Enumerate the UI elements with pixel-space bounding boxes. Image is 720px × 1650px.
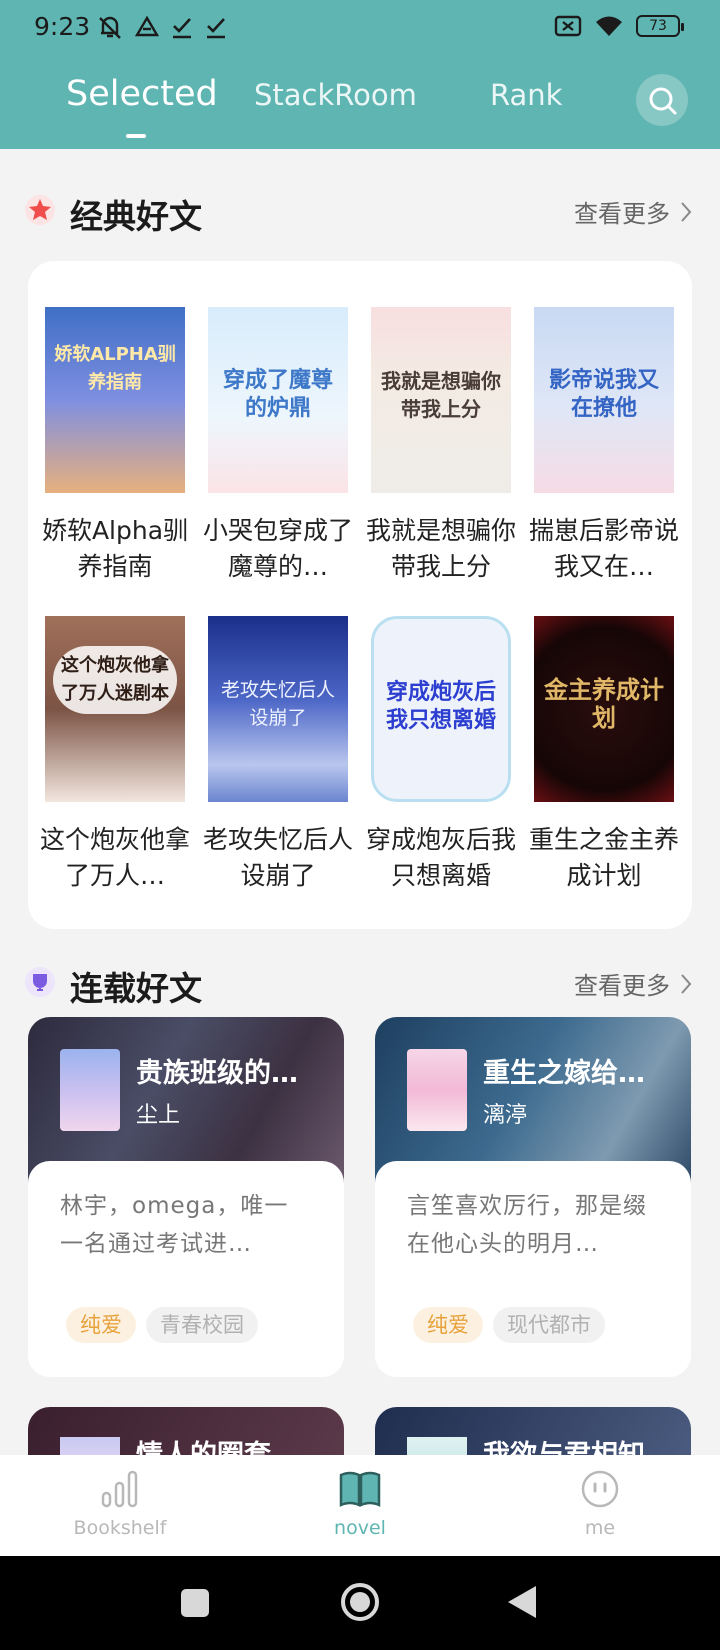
download-done-icon-2: [207, 18, 225, 39]
view-more-classic[interactable]: 查看更多: [574, 194, 692, 229]
book-item[interactable]: 影帝说我又在撩他 揣崽后影帝说我又在…: [529, 307, 679, 585]
book-item[interactable]: 金主养成计划 重生之金主养成计划: [529, 616, 679, 894]
serial-book-title: 贵族班级的…: [136, 1058, 298, 1089]
book-cover-thumb: [60, 1049, 120, 1131]
cover-text: 影帝说我又在撩他: [548, 368, 659, 421]
book-item[interactable]: 老攻失忆后人设崩了 老攻失忆后人设崩了: [203, 616, 353, 894]
status-bar: 9:23 73: [0, 0, 720, 52]
bar-chart-icon: [101, 1470, 138, 1508]
serial-book-author: 尘上: [136, 1103, 181, 1128]
bottom-navigation: Bookshelf novel me: [0, 1455, 720, 1556]
cover-text: 穿成炮灰后我只想离婚: [385, 680, 496, 733]
battery-level: 73: [649, 18, 667, 34]
serial-book-author: 漓渟: [483, 1103, 528, 1128]
book-item[interactable]: 娇软ALPHA驯养指南 娇软Alpha驯养指南: [42, 307, 188, 585]
book-cover: 金主养成计划: [534, 616, 674, 802]
book-item[interactable]: 穿成了魔尊的炉鼎 小哭包穿成了魔尊的…: [203, 307, 353, 585]
view-more-label: 查看更多: [574, 200, 670, 228]
wifi-icon: [596, 16, 622, 36]
classic-books-card: 娇软ALPHA驯养指南 娇软Alpha驯养指南 穿成了魔尊的炉鼎 小哭包穿成了魔…: [28, 261, 692, 929]
system-navigation-bar: [0, 1556, 720, 1650]
home-circle-icon[interactable]: [340, 1582, 380, 1622]
tab-stackroom[interactable]: StackRoom: [254, 78, 417, 112]
section-header-serial: 连载好文 查看更多: [0, 958, 720, 1014]
book-item[interactable]: 穿成炮灰后我只想离婚 穿成炮灰后我只想离婚: [366, 616, 516, 894]
book-title: 我就是想骗你带我上分: [365, 516, 516, 581]
search-button[interactable]: [636, 74, 688, 126]
chevron-right-icon: [681, 201, 692, 222]
book-cover: 老攻失忆后人设崩了: [208, 616, 348, 802]
serial-book-desc: 林宇，omega，唯一一名通过考试进…: [60, 1193, 289, 1257]
nav-me[interactable]: me: [510, 1469, 690, 1539]
section-header-classic: 经典好文 查看更多: [0, 186, 720, 242]
cover-text: 娇软ALPHA驯养指南: [54, 344, 176, 393]
face-icon: [581, 1470, 619, 1508]
download-done-icon: [173, 18, 191, 39]
book-title: 揣崽后影帝说我又在…: [528, 516, 679, 581]
nav-label: me: [584, 1517, 616, 1539]
battery-indicator: 73: [636, 15, 684, 37]
serial-book-card[interactable]: 重生之嫁给… 漓渟 言笙喜欢厉行，那是缀在他心头的明月… 纯爱 现代都市: [375, 1017, 691, 1377]
recents-square-icon[interactable]: [180, 1588, 210, 1618]
tag-chip[interactable]: 纯爱: [66, 1307, 136, 1343]
cover-text: 我就是想骗你带我上分: [381, 369, 501, 421]
section-title-classic: 经典好文: [70, 197, 202, 236]
tag-chip[interactable]: 现代都市: [493, 1307, 605, 1343]
book-cover: 影帝说我又在撩他: [534, 307, 674, 493]
book-cover-thumb: [407, 1049, 467, 1131]
top-tabs: Selected StackRoom Rank: [0, 70, 720, 140]
book-cover: 娇软ALPHA驯养指南: [45, 307, 185, 493]
book-title: 穿成炮灰后我只想离婚: [365, 825, 516, 890]
trophy-badge-icon: [25, 967, 55, 997]
drive-icon: [134, 15, 160, 37]
book-title: 老攻失忆后人设崩了: [202, 825, 353, 890]
book-title: 娇软Alpha驯养指南: [41, 516, 189, 581]
status-notification-icons: [96, 14, 228, 40]
book-title: 小哭包穿成了魔尊的…: [202, 516, 353, 581]
view-more-label: 查看更多: [574, 972, 670, 1000]
book-title: 这个炮灰他拿了万人…: [39, 825, 190, 890]
nav-bookshelf[interactable]: Bookshelf: [30, 1469, 210, 1539]
tag-chip[interactable]: 青春校园: [146, 1307, 258, 1343]
serial-book-tags: 纯爱 现代都市: [413, 1307, 605, 1343]
nav-novel[interactable]: novel: [270, 1469, 450, 1539]
serial-book-tags: 纯爱 青春校园: [66, 1307, 258, 1343]
book-title: 重生之金主养成计划: [528, 825, 679, 890]
section-title-serial: 连载好文: [70, 969, 202, 1008]
bell-muted-icon: [99, 16, 121, 39]
nav-label: Bookshelf: [73, 1517, 167, 1539]
search-icon: [649, 87, 677, 115]
open-book-icon: [339, 1471, 381, 1507]
back-triangle-icon[interactable]: [506, 1584, 538, 1620]
tab-rank[interactable]: Rank: [490, 78, 562, 112]
nav-label: novel: [334, 1517, 386, 1539]
serial-card-body: 言笙喜欢厉行，那是缀在他心头的明月… 纯爱 现代都市: [375, 1161, 691, 1377]
cover-text: 穿成了魔尊的炉鼎: [222, 368, 333, 421]
no-sim-icon: [554, 15, 582, 37]
book-cover: 我就是想骗你带我上分: [371, 307, 511, 493]
tab-selected[interactable]: Selected: [66, 74, 218, 114]
status-time: 9:23: [34, 12, 91, 41]
status-system-icons: 73: [554, 14, 684, 38]
top-app-bar: 9:23 73 Selected StackRoom Rank: [0, 0, 720, 149]
view-more-serial[interactable]: 查看更多: [574, 966, 692, 1001]
book-item[interactable]: 这个炮灰他拿了万人迷剧本 这个炮灰他拿了万人…: [40, 616, 190, 894]
cover-text: 老攻失忆后人设崩了: [220, 679, 335, 729]
book-cover: 穿成炮灰后我只想离婚: [371, 616, 511, 802]
serial-book-card[interactable]: 贵族班级的… 尘上 林宇，omega，唯一一名通过考试进… 纯爱 青春校园: [28, 1017, 344, 1377]
serial-card-body: 林宇，omega，唯一一名通过考试进… 纯爱 青春校园: [28, 1161, 344, 1377]
tag-chip[interactable]: 纯爱: [413, 1307, 483, 1343]
book-item[interactable]: 我就是想骗你带我上分 我就是想骗你带我上分: [366, 307, 516, 585]
serial-book-title: 重生之嫁给…: [483, 1058, 645, 1089]
book-cover: 这个炮灰他拿了万人迷剧本: [45, 616, 185, 802]
chevron-right-icon: [681, 973, 692, 994]
star-badge-icon: [25, 195, 55, 225]
serial-book-desc: 言笙喜欢厉行，那是缀在他心头的明月…: [407, 1193, 647, 1257]
tab-indicator: [126, 134, 146, 138]
cover-text: 金主养成计划: [544, 676, 664, 732]
cover-text: 这个炮灰他拿了万人迷剧本: [53, 646, 177, 714]
book-cover: 穿成了魔尊的炉鼎: [208, 307, 348, 493]
